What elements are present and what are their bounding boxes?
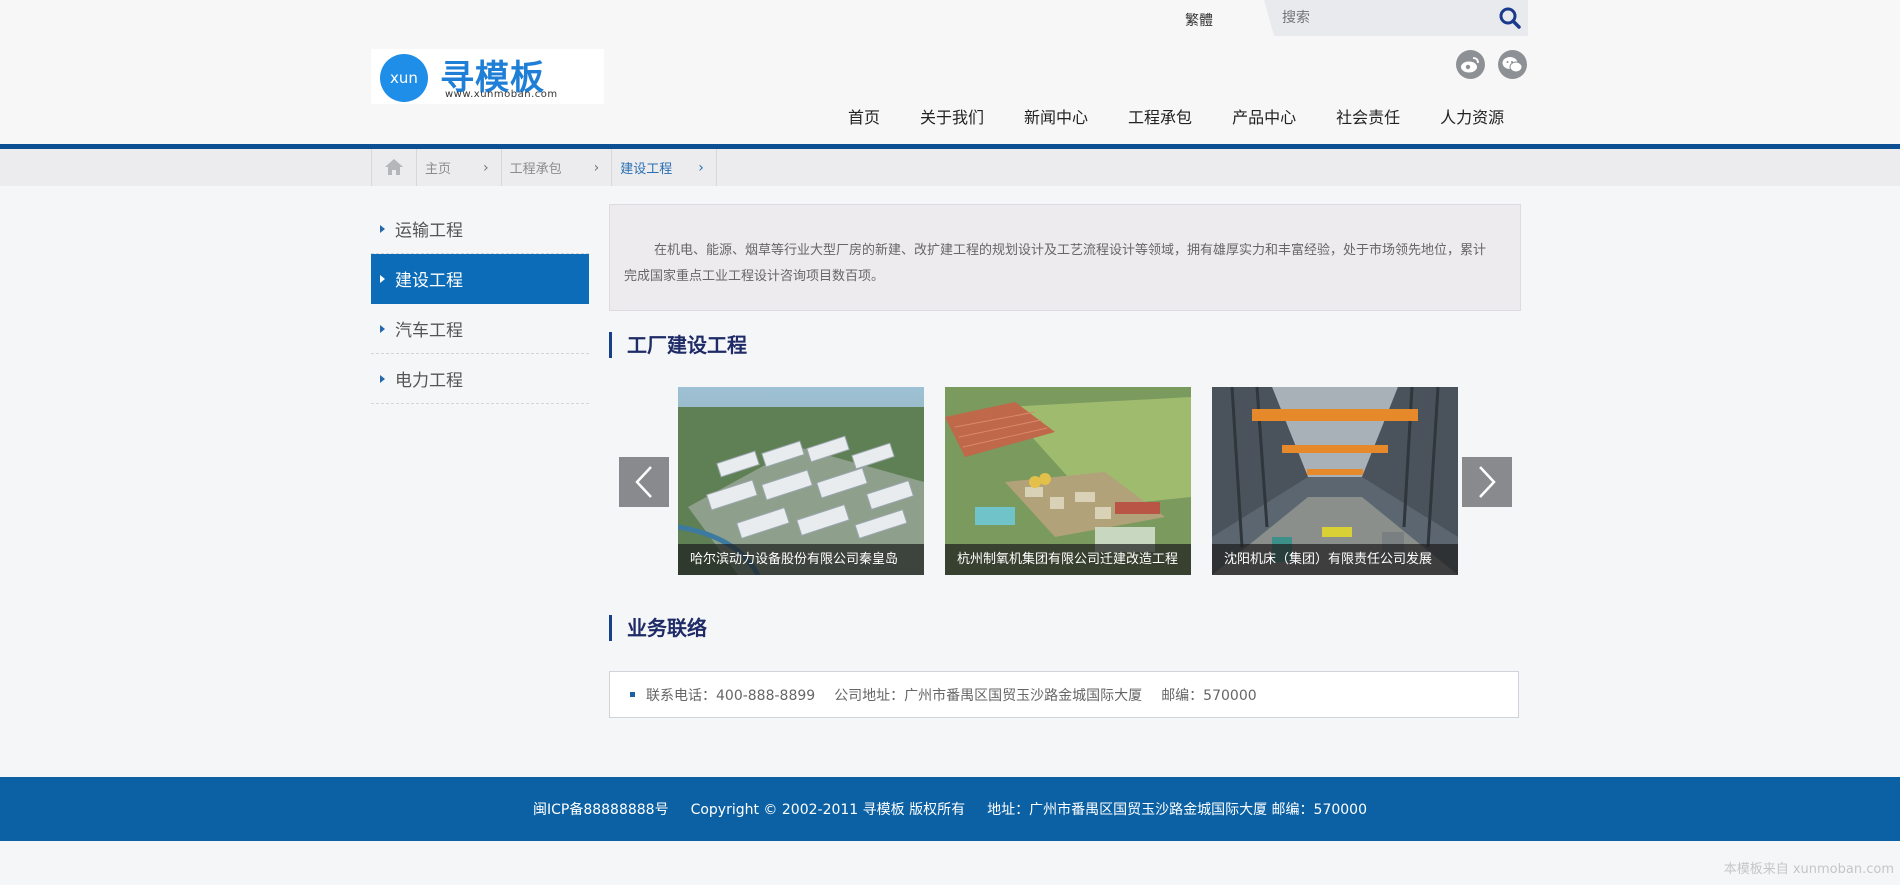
logo-url: www.xunmoban.com — [445, 89, 558, 100]
sidebar-item-construction[interactable]: 建设工程 — [371, 254, 589, 304]
site-logo[interactable]: xun 寻模板 www.xunmoban.com — [371, 49, 604, 104]
site-footer: 闽ICP备88888888号 Copyright © 2002-2011 寻模板… — [0, 777, 1900, 841]
caret-right-icon — [380, 275, 385, 283]
contact-title: 业务联络 — [609, 615, 707, 641]
contact-address: 公司地址：广州市番禺区国贸玉沙路金城国际大厦 — [834, 687, 1143, 704]
logo-badge: xun — [380, 54, 428, 102]
nav-home[interactable]: 首页 — [848, 104, 880, 128]
contact-phone: 联系电话：400-888-8899 — [646, 687, 816, 704]
breadcrumb: 主页 › 工程承包 › 建设工程 › — [371, 149, 717, 186]
wechat-icon[interactable] — [1498, 50, 1527, 79]
sidebar: 运输工程 建设工程 汽车工程 电力工程 — [371, 204, 589, 404]
site-header: xun 寻模板 www.xunmoban.com 繁體 首页 关于我们 新闻中心… — [0, 0, 1900, 145]
footer-icp[interactable]: 闽ICP备88888888号 — [533, 799, 669, 819]
watermark: 本模板来自 xunmoban.com — [1723, 862, 1894, 877]
footer-address: 地址：广州市番禺区国贸玉沙路金城国际大厦 邮编：570000 — [987, 802, 1368, 818]
contact-postcode: 邮编：570000 — [1161, 687, 1257, 704]
breadcrumb-bar — [0, 149, 1900, 186]
project-card[interactable]: 沈阳机床（集团）有限责任公司发展 — [1212, 387, 1458, 575]
breadcrumb-item-home[interactable]: 主页 › — [417, 149, 502, 186]
caret-right-icon — [380, 375, 385, 383]
project-card[interactable]: 哈尔滨动力设备股份有限公司秦皇岛 — [678, 387, 924, 575]
nav-engineering[interactable]: 工程承包 — [1128, 104, 1192, 128]
project-caption: 沈阳机床（集团）有限责任公司发展 — [1212, 544, 1458, 575]
weibo-icon[interactable] — [1456, 50, 1485, 79]
logo-badge-text: xun — [390, 69, 418, 87]
chevron-right-icon: › — [593, 159, 600, 176]
project-card[interactable]: 杭州制氧机集团有限公司迁建改造工程 — [945, 387, 1191, 575]
contact-info: 联系电话：400-888-8899 公司地址：广州市番禺区国贸玉沙路金城国际大厦… — [609, 671, 1519, 718]
traditional-chinese-link[interactable]: 繁體 — [1185, 10, 1213, 30]
sidebar-item-transport[interactable]: 运输工程 — [371, 204, 589, 254]
footer-copyright: Copyright © 2002-2011 寻模板 版权所有 — [690, 802, 966, 818]
carousel-next-button[interactable] — [1462, 457, 1512, 507]
bullet-icon — [630, 692, 635, 697]
project-caption: 哈尔滨动力设备股份有限公司秦皇岛 — [678, 544, 924, 575]
sidebar-item-power[interactable]: 电力工程 — [371, 354, 589, 404]
projects-title: 工厂建设工程 — [609, 332, 747, 358]
search-icon[interactable] — [1498, 6, 1522, 30]
nav-about[interactable]: 关于我们 — [920, 104, 984, 128]
breadcrumb-item-construction[interactable]: 建设工程 › — [612, 149, 717, 186]
main-nav: 首页 关于我们 新闻中心 工程承包 产品中心 社会责任 人力资源 — [848, 104, 1504, 128]
intro-text: 在机电、能源、烟草等行业大型厂房的新建、改扩建工程的规划设计及工艺流程设计等领域… — [609, 204, 1521, 311]
chevron-right-icon: › — [483, 159, 489, 176]
home-icon[interactable] — [372, 149, 417, 186]
caret-right-icon — [380, 225, 385, 233]
carousel-prev-button[interactable] — [619, 457, 669, 507]
search-box — [1264, 0, 1528, 36]
search-input[interactable] — [1282, 8, 1482, 28]
nav-responsibility[interactable]: 社会责任 — [1336, 104, 1400, 128]
nav-news[interactable]: 新闻中心 — [1024, 104, 1088, 128]
nav-hr[interactable]: 人力资源 — [1440, 104, 1504, 128]
project-caption: 杭州制氧机集团有限公司迁建改造工程 — [945, 544, 1191, 575]
breadcrumb-item-engineering[interactable]: 工程承包 › — [502, 149, 613, 186]
nav-products[interactable]: 产品中心 — [1232, 104, 1296, 128]
chevron-right-icon: › — [698, 159, 704, 176]
caret-right-icon — [380, 325, 385, 333]
sidebar-item-automotive[interactable]: 汽车工程 — [371, 304, 589, 354]
